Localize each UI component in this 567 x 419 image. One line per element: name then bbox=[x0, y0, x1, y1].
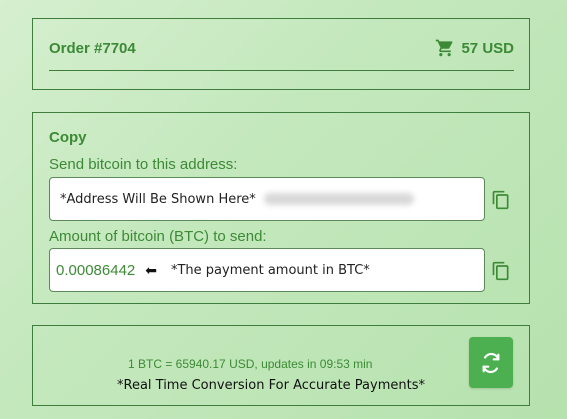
order-title: Order #7704 bbox=[49, 40, 136, 57]
divider bbox=[49, 70, 514, 71]
amount-label: Amount of bitcoin (BTC) to send: bbox=[49, 228, 267, 245]
copy-amount-button[interactable] bbox=[490, 260, 512, 282]
refresh-icon bbox=[482, 352, 500, 373]
amount-field[interactable]: 0.00086442 ⬅ *The payment amount in BTC* bbox=[49, 248, 485, 292]
address-blur bbox=[263, 193, 414, 205]
order-total-amount: 57 USD bbox=[461, 39, 514, 57]
copy-icon bbox=[492, 261, 509, 281]
copy-address-button[interactable] bbox=[490, 189, 512, 211]
amount-hint: *The payment amount in BTC* bbox=[170, 262, 370, 278]
conversion-note: *Real Time Conversion For Accurate Payme… bbox=[117, 378, 425, 393]
cart-icon bbox=[435, 38, 455, 58]
arrow-left-icon: ⬅ bbox=[145, 262, 157, 278]
refresh-button[interactable] bbox=[469, 337, 513, 388]
copy-icon bbox=[492, 190, 509, 210]
address-value: *Address Will Be Shown Here* bbox=[60, 191, 256, 207]
amount-value: 0.00086442 bbox=[56, 261, 136, 279]
rate-panel: 1 BTC = 65940.17 USD, updates in 09:53 m… bbox=[32, 325, 530, 406]
order-panel: Order #7704 57 USD bbox=[32, 18, 530, 90]
payment-panel: Copy Send bitcoin to this address: *Addr… bbox=[32, 112, 530, 304]
address-label: Send bitcoin to this address: bbox=[49, 156, 238, 173]
address-field[interactable]: *Address Will Be Shown Here* bbox=[49, 177, 485, 221]
exchange-rate: 1 BTC = 65940.17 USD, updates in 09:53 m… bbox=[128, 357, 373, 371]
copy-title: Copy bbox=[49, 129, 87, 146]
order-total: 57 USD bbox=[435, 38, 514, 58]
